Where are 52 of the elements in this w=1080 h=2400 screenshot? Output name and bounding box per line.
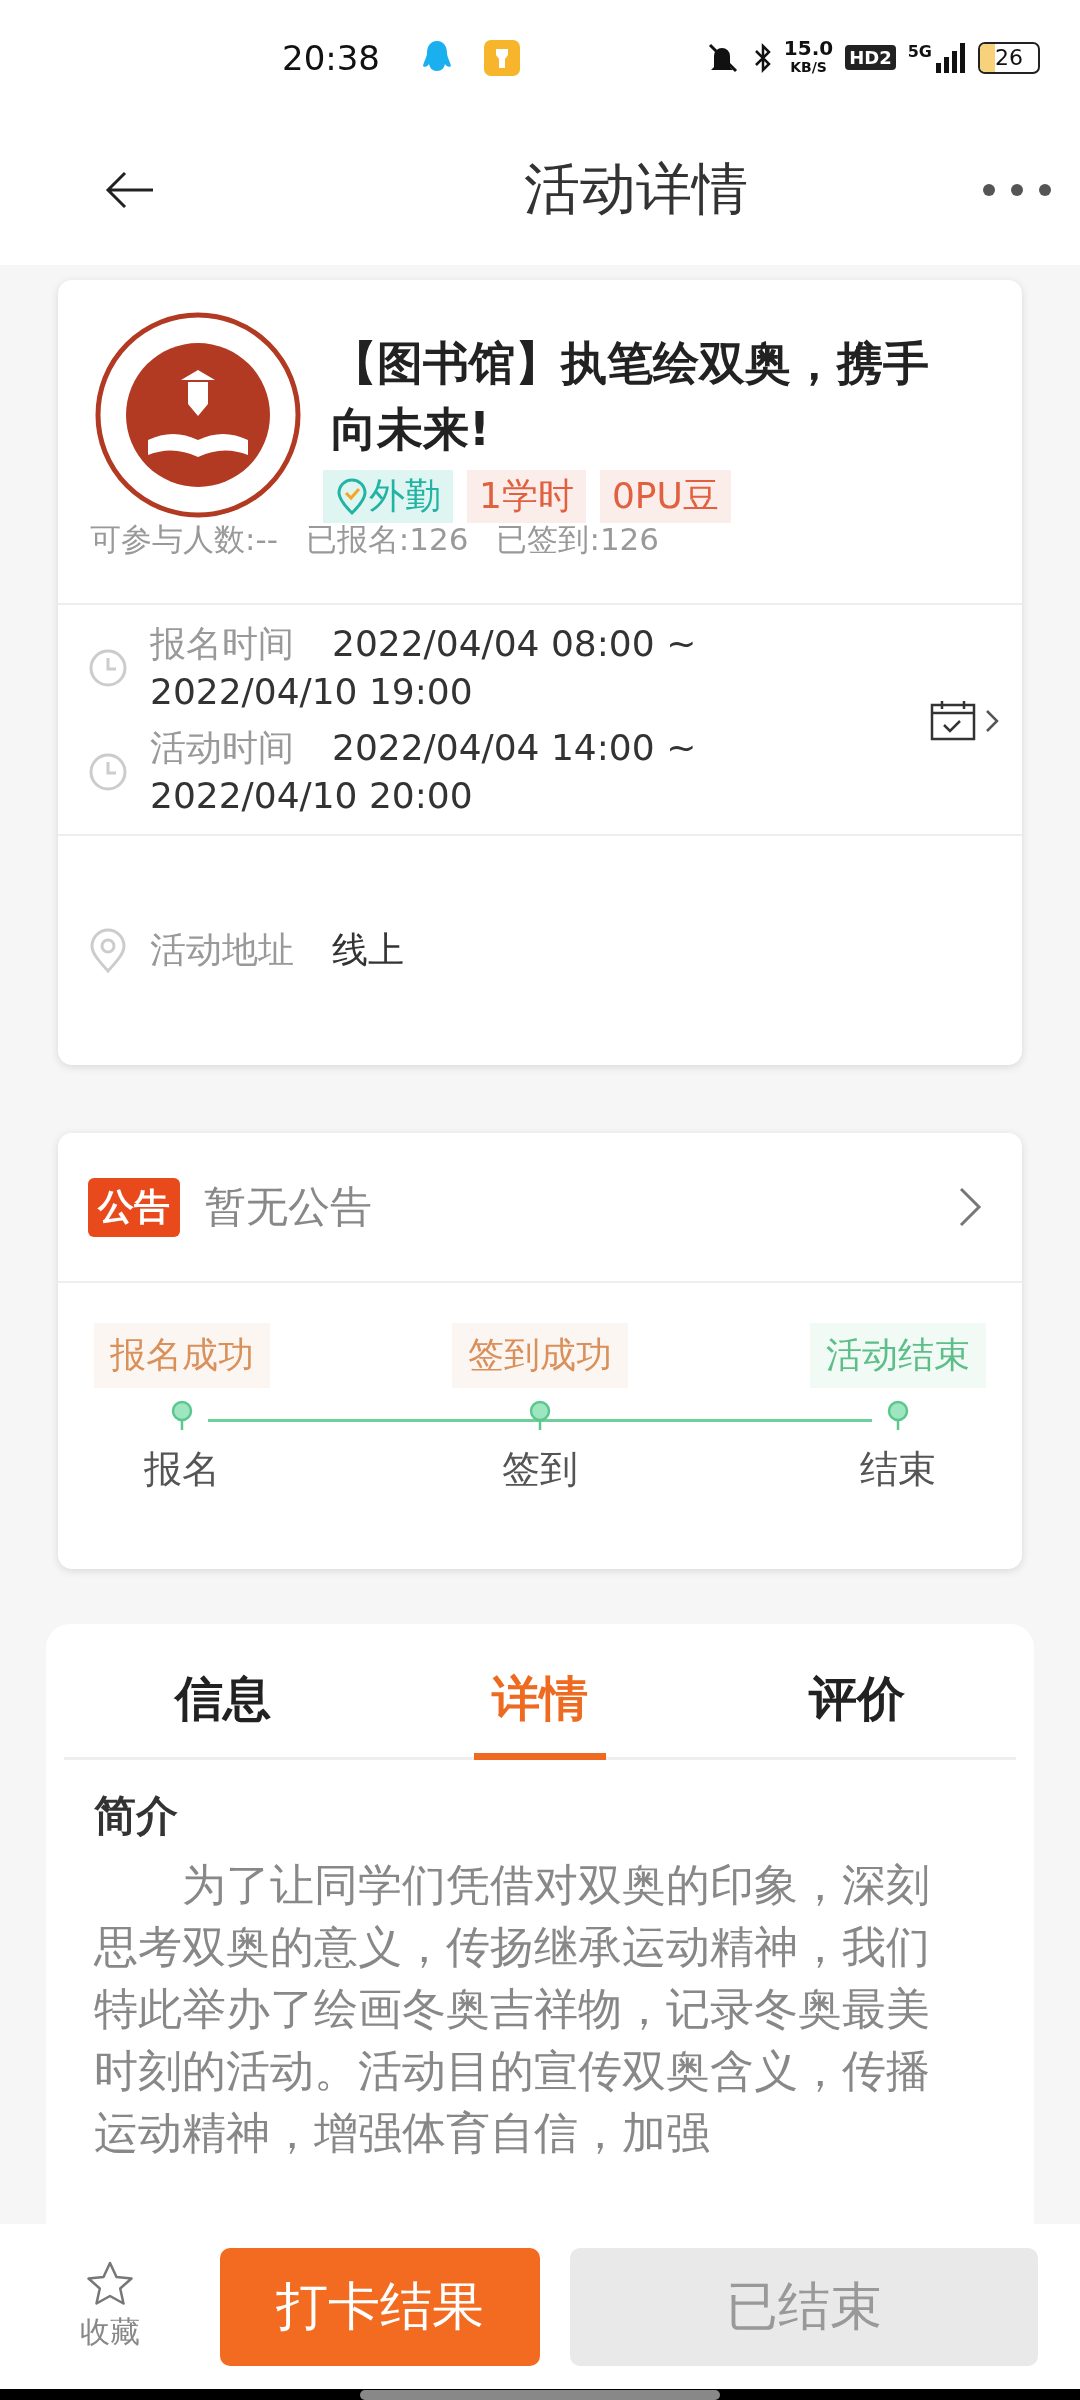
- tab[interactable]: 信息: [156, 1624, 289, 1760]
- step-label: 报名: [144, 1446, 220, 1493]
- tab[interactable]: 详情: [474, 1624, 606, 1760]
- status-tag: 活动结束: [810, 1323, 986, 1388]
- more-options-icon[interactable]: [982, 183, 1052, 197]
- flashlight-icon: [484, 39, 520, 76]
- hd-badge: HD2: [845, 45, 896, 70]
- timeline-dot-icon: [171, 1400, 193, 1432]
- step-label: 签到: [502, 1446, 578, 1493]
- check-in-result-button[interactable]: 打卡结果: [220, 2247, 540, 2366]
- library-seal-icon: [93, 310, 303, 520]
- network-speed: 15.0: [783, 38, 834, 58]
- location-pin-icon: [88, 927, 128, 974]
- ended-button[interactable]: 已结束: [570, 2247, 1038, 2366]
- participant-stat: 已报名:126: [305, 520, 469, 559]
- step-label: 结束: [860, 1446, 936, 1493]
- calendar-check-icon[interactable]: [930, 698, 1000, 741]
- back-arrow-icon[interactable]: [105, 170, 155, 210]
- description-text: 为了让同学们凭借对双奥的印象，深刻思考双奥的意义，传扬继承运动精神，我们特此举办了绘画冬奥吉祥物，记录冬奥最美时刻的活动。活动目的宣传双奥含义，传播运动精神，增强体育自信，加强: [94, 1858, 931, 2160]
- clock-time: 20:38: [282, 37, 380, 78]
- activity-tag: 外勤: [323, 470, 453, 523]
- clock-icon: [88, 751, 128, 792]
- participant-stat: 可参与人数:--: [90, 520, 278, 559]
- tab[interactable]: 评价: [791, 1624, 924, 1760]
- timeline-dot-icon: [887, 1400, 909, 1432]
- network-type: 5G: [907, 42, 932, 61]
- status-tag: 签到成功: [452, 1323, 628, 1388]
- chevron-right-icon: [958, 1186, 982, 1228]
- speed-unit: KB/S: [790, 57, 827, 77]
- address-value: 线上: [332, 928, 404, 972]
- address-label: 活动地址: [150, 928, 294, 972]
- star-icon: [85, 2260, 135, 2308]
- favorite-button[interactable]: 收藏: [80, 2260, 140, 2353]
- activity-tag: 0PU豆: [599, 470, 731, 523]
- timeline-dot-icon: [529, 1400, 551, 1432]
- notice-row[interactable]: 公告 暂无公告: [58, 1133, 1022, 1281]
- participant-stat: 已签到:126: [496, 520, 660, 559]
- bluetooth-icon: [753, 41, 772, 74]
- signal-icon: [936, 42, 966, 73]
- activity-tag: 1学时: [467, 470, 586, 523]
- clock-icon: [88, 647, 128, 688]
- time-range: 活动时间 2022/04/04 14:00 ~ 2022/04/10 20:00: [150, 725, 698, 818]
- activity-title: 【图书馆】执笔绘双奥，携手向未来!: [331, 335, 930, 458]
- home-indicator[interactable]: [360, 2389, 720, 2400]
- notice-badge: 公告: [88, 1177, 180, 1237]
- notice-text: 暂无公告: [204, 1181, 373, 1233]
- battery-indicator: 26: [978, 41, 1040, 74]
- location-check-icon: [335, 477, 369, 516]
- status-tag: 报名成功: [94, 1323, 270, 1388]
- page-title: 活动详情: [523, 155, 748, 223]
- section-heading: 简介: [94, 1790, 179, 1842]
- time-range: 报名时间 2022/04/04 08:00 ~ 2022/04/10 19:00: [150, 621, 698, 714]
